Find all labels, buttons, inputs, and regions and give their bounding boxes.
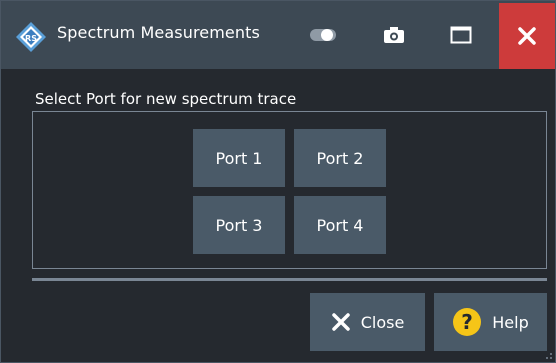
- help-button[interactable]: ? Help: [434, 293, 547, 351]
- port-4-button[interactable]: Port 4: [294, 196, 386, 254]
- window-close-button[interactable]: [499, 3, 555, 69]
- title-bar[interactable]: RS Spectrum Measurements: [1, 1, 555, 69]
- help-icon: ?: [453, 308, 482, 336]
- display-toggle-button[interactable]: [301, 17, 345, 53]
- port-2-button[interactable]: Port 2: [294, 129, 386, 187]
- port-3-button[interactable]: Port 3: [193, 196, 285, 254]
- resize-grip-icon[interactable]: [543, 350, 553, 360]
- toggle-icon: [310, 29, 336, 41]
- maximize-icon: [450, 26, 472, 44]
- close-icon: [518, 27, 536, 45]
- svg-text:RS: RS: [25, 34, 37, 43]
- port-select-label: Select Port for new spectrum trace: [35, 90, 297, 108]
- close-x-icon: [331, 313, 350, 331]
- svg-text:?: ?: [461, 310, 473, 334]
- help-button-label: Help: [492, 312, 529, 332]
- maximize-button[interactable]: [441, 17, 481, 53]
- port-1-button[interactable]: Port 1: [193, 129, 285, 187]
- screenshot-button[interactable]: [374, 17, 414, 53]
- window-title: Spectrum Measurements: [57, 23, 260, 42]
- close-button[interactable]: Close: [310, 293, 425, 351]
- spectrum-measurements-dialog: RS Spectrum Measurements Select Port for…: [0, 0, 556, 363]
- camera-icon: [384, 27, 404, 43]
- port-select-group: [32, 111, 547, 269]
- separator: [32, 278, 547, 281]
- close-button-label: Close: [360, 312, 405, 332]
- rohde-schwarz-logo-icon: RS: [16, 22, 46, 52]
